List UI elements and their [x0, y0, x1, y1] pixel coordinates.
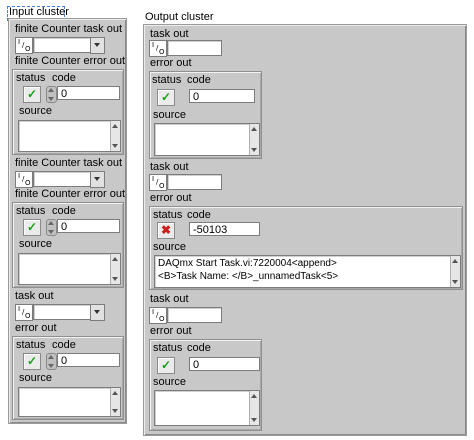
status-label: status	[152, 74, 182, 86]
input-cluster-panel: finite Counter task out I / O finite Count…	[8, 18, 127, 424]
scroll-down-icon[interactable]	[251, 418, 257, 422]
input-task-out-3-label: task out	[15, 290, 54, 302]
input-task-out-1-io-icon: I / O	[15, 37, 33, 54]
source-label: source	[19, 238, 53, 250]
output-task-out-3-field[interactable]	[167, 307, 222, 323]
code-stepper[interactable]	[46, 86, 57, 103]
source-scrollbar[interactable]	[110, 121, 120, 151]
source-label: source	[153, 376, 187, 388]
output-cluster-label: Output cluster	[145, 11, 214, 23]
status-ok-indicator[interactable]: ✓	[23, 86, 41, 103]
source-textarea[interactable]	[154, 390, 260, 426]
scroll-down-icon[interactable]	[112, 277, 118, 281]
output-task-out-2-field[interactable]	[167, 174, 222, 190]
output-task-out-2-label: task out	[150, 161, 189, 173]
source-label: source	[19, 372, 53, 384]
status-label: status	[153, 342, 183, 354]
status-ok-indicator[interactable]: ✓	[23, 353, 41, 370]
output-task-out-1-io-icon: I / O	[149, 40, 167, 57]
code-label: code	[52, 205, 76, 217]
source-textarea[interactable]	[18, 387, 121, 417]
input-error-out-1-label: finite Counter error out	[15, 55, 126, 67]
code-value[interactable]: 0	[57, 353, 120, 367]
input-task-out-1-label: finite Counter task out	[15, 23, 123, 35]
status-label: status	[153, 209, 183, 221]
code-value[interactable]: 0	[57, 86, 120, 100]
source-textarea[interactable]	[18, 120, 121, 152]
status-ok-indicator: ✓	[157, 89, 175, 106]
input-task-out-3-dropdown-arrow[interactable]	[90, 304, 105, 321]
source-textarea[interactable]	[154, 123, 260, 156]
output-task-out-1-field[interactable]	[167, 40, 222, 56]
output-error-out-1-label: error out	[150, 57, 192, 69]
input-error-out-2-label: finite Counter error out	[15, 188, 126, 200]
input-error-out-1-cluster: status code ✓ 0 source	[12, 69, 124, 155]
input-task-out-2-field[interactable]	[33, 171, 91, 187]
scroll-up-icon[interactable]	[251, 394, 257, 398]
output-error-out-3-cluster: status code ✓ 0 source	[149, 339, 262, 431]
code-value: -50103	[189, 222, 260, 236]
source-scrollbar[interactable]	[450, 256, 460, 287]
scroll-down-icon[interactable]	[452, 280, 458, 284]
code-label: code	[52, 72, 76, 84]
source-label: source	[19, 105, 53, 117]
source-scrollbar[interactable]	[110, 254, 120, 284]
status-label: status	[16, 339, 46, 351]
output-task-out-3-io-icon: I / O	[149, 307, 167, 324]
status-label: status	[16, 205, 46, 217]
input-error-out-2-cluster: status code ✓ 0 source	[12, 202, 124, 288]
source-textarea[interactable]: DAQmx Start Task.vi:7220004<append> <B>T…	[154, 255, 461, 288]
scroll-down-icon[interactable]	[112, 144, 118, 148]
code-stepper[interactable]	[46, 219, 57, 236]
status-ok-indicator: ✓	[157, 357, 175, 374]
source-text-line2: <B>Task Name: </B>_unnamedTask<5>	[158, 271, 339, 282]
scroll-up-icon[interactable]	[112, 257, 118, 261]
status-error-indicator: ✖	[157, 222, 175, 239]
scroll-up-icon[interactable]	[112, 124, 118, 128]
output-task-out-3-label: task out	[150, 293, 189, 305]
output-error-out-2-label: error out	[150, 192, 192, 204]
code-label: code	[52, 339, 76, 351]
code-value[interactable]: 0	[57, 219, 120, 233]
input-error-out-3-cluster: status code ✓ 0 source	[12, 336, 124, 420]
output-cluster-panel: task out I / O error out status code ✓ 0 s…	[143, 24, 467, 436]
input-task-out-2-label: finite Counter task out	[15, 157, 123, 169]
source-scrollbar[interactable]	[249, 391, 259, 425]
input-task-out-1-field[interactable]	[33, 37, 91, 53]
input-task-out-1-dropdown-arrow[interactable]	[90, 37, 105, 54]
scroll-down-icon[interactable]	[112, 409, 118, 413]
input-task-out-2-dropdown-arrow[interactable]	[90, 171, 105, 188]
source-textarea[interactable]	[18, 253, 121, 285]
input-task-out-3-field[interactable]	[33, 304, 91, 320]
scroll-up-icon[interactable]	[112, 391, 118, 395]
input-error-out-3-label: error out	[15, 322, 57, 334]
output-error-out-2-cluster: status code ✖ -50103 source DAQmx Start …	[149, 206, 463, 290]
code-value: 0	[189, 357, 260, 371]
code-label: code	[187, 342, 211, 354]
source-scrollbar[interactable]	[249, 124, 259, 155]
code-stepper[interactable]	[46, 353, 57, 370]
output-task-out-2-io-icon: I / O	[149, 174, 167, 191]
scroll-up-icon[interactable]	[251, 127, 257, 131]
source-text-line1: DAQmx Start Task.vi:7220004<append>	[158, 258, 337, 269]
code-label: code	[187, 74, 211, 86]
status-label: status	[16, 72, 46, 84]
status-ok-indicator[interactable]: ✓	[23, 219, 41, 236]
input-task-out-3-io-icon: I / O	[15, 304, 33, 321]
input-task-out-2-io-icon: I / O	[15, 171, 33, 188]
scroll-down-icon[interactable]	[251, 148, 257, 152]
code-value: 0	[189, 89, 255, 103]
code-label: code	[187, 209, 211, 221]
source-label: source	[153, 109, 187, 121]
source-label: source	[153, 241, 187, 253]
scroll-up-icon[interactable]	[452, 259, 458, 263]
output-error-out-1-cluster: status code ✓ 0 source	[149, 71, 262, 159]
output-error-out-3-label: error out	[150, 325, 192, 337]
source-scrollbar[interactable]	[110, 388, 120, 416]
